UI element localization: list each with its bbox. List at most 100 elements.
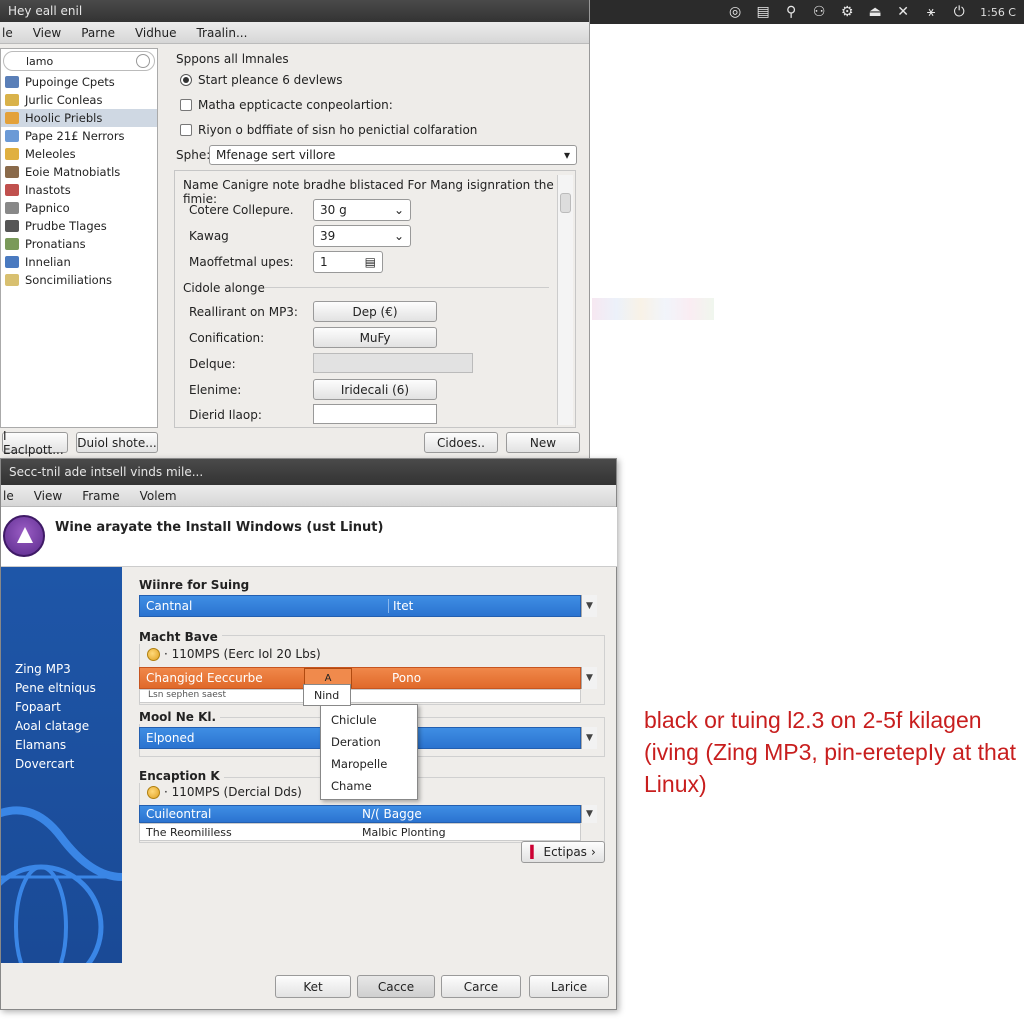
network-icon[interactable]: ⚹ xyxy=(920,3,942,21)
document-icon[interactable]: ▤ xyxy=(752,3,774,21)
sidebar-item-label: Jurlic Conleas xyxy=(25,93,103,107)
search-icon[interactable] xyxy=(136,54,150,68)
option-label: Start pleance 6 devlews xyxy=(198,73,343,87)
group2-subrow[interactable]: Lsn sephen saest xyxy=(139,689,581,703)
pin-icon[interactable]: ⚲ xyxy=(780,3,802,21)
popup-item[interactable]: Deration xyxy=(321,731,417,753)
sidebar-item[interactable]: Prudbe Tlages xyxy=(1,217,157,235)
banner-item[interactable]: Aoal clatage xyxy=(1,716,122,735)
menu-parne[interactable]: Parne xyxy=(79,26,117,40)
sidebar-item[interactable]: Soncimiliations xyxy=(1,271,157,289)
radio-button[interactable] xyxy=(180,74,192,86)
popup-first-item[interactable]: Nind xyxy=(303,684,351,706)
drive-icon[interactable]: ⏏ xyxy=(864,3,886,21)
sidebar-search[interactable]: lamo xyxy=(3,51,155,71)
window-titlebar[interactable]: Hey eall enil xyxy=(0,0,589,22)
menu-vidhue[interactable]: Vidhue xyxy=(133,26,179,40)
group4-bar[interactable]: Cuileontral N/( Bagge xyxy=(139,805,581,823)
checkbox[interactable] xyxy=(180,99,192,111)
checkbox[interactable] xyxy=(180,124,192,136)
collepure-combo[interactable]: 30 g ⌄ xyxy=(313,199,411,221)
sphe-combo[interactable]: Mfenage sert villore ▾ xyxy=(209,145,577,165)
clock[interactable]: 1:56 C xyxy=(980,6,1016,19)
group4-row[interactable]: The Reomililess Malbic Plonting xyxy=(139,823,581,841)
spinner-icon[interactable]: ▤ xyxy=(365,255,376,269)
sidebar-item[interactable]: Jurlic Conleas xyxy=(1,91,157,109)
ectipas-button[interactable]: ▍ Ectipas › xyxy=(521,841,605,863)
user-icon[interactable]: ⚇ xyxy=(808,3,830,21)
sidebar-item-label: Hoolic Priebls xyxy=(25,111,103,125)
scrollbar[interactable] xyxy=(557,175,573,425)
row-label-conification: Conification: xyxy=(189,331,265,345)
dual-shot-button[interactable]: Duiol shote... xyxy=(76,432,158,453)
banner-item[interactable]: Fopaart xyxy=(1,697,122,716)
carce-button[interactable]: Carce xyxy=(441,975,521,998)
group4-info: · 110MPS (Dercial Dds) xyxy=(147,785,302,799)
sidebar-item[interactable]: Papnico xyxy=(1,199,157,217)
banner-item[interactable]: Dovercart xyxy=(1,754,122,773)
sidebar-item[interactable]: Eoie Matnobiatls xyxy=(1,163,157,181)
power-icon[interactable]: ⏻ xyxy=(948,3,970,21)
chevron-down-icon[interactable]: ▼ xyxy=(581,667,597,689)
sidebar-item[interactable]: Innelian xyxy=(1,253,157,271)
ket-button[interactable]: Ket xyxy=(275,975,351,998)
option-start-devices[interactable]: Start pleance 6 devlews xyxy=(180,73,343,87)
banner-item[interactable]: Pene eltniqus xyxy=(1,678,122,697)
sidebar-item[interactable]: Pupoinge Cpets xyxy=(1,73,157,91)
option-application[interactable]: Matha eppticacte conpeolartion: xyxy=(180,98,393,112)
sidebar-item[interactable]: Meleoles xyxy=(1,145,157,163)
menu-volem[interactable]: Volem xyxy=(138,489,179,503)
mufy-button[interactable]: MuFy xyxy=(313,327,437,348)
kawag-combo[interactable]: 39 ⌄ xyxy=(313,225,411,247)
menu-traalin[interactable]: Traalin... xyxy=(194,26,249,40)
settings-icon[interactable]: ⚙ xyxy=(836,3,858,21)
menu-file[interactable]: le xyxy=(1,489,16,503)
cancel-button[interactable]: Cacce xyxy=(357,975,435,998)
chrome-icon[interactable]: ◎ xyxy=(724,3,746,21)
overlay-caption: black or tuing l2.3 on 2-5f kilagen (ivi… xyxy=(644,707,1016,797)
sidebar-item-label: Innelian xyxy=(25,255,71,269)
chevron-down-icon[interactable]: ▼ xyxy=(581,727,597,749)
sidebar-item[interactable]: Pronatians xyxy=(1,235,157,253)
close-x-icon[interactable]: ✕ xyxy=(892,3,914,21)
dep-button[interactable]: Dep (€) xyxy=(313,301,437,322)
sidebar-item[interactable]: Inastots xyxy=(1,181,157,199)
popup-item[interactable]: Chiclule xyxy=(321,709,417,731)
cidoes-button[interactable]: Cidoes.. xyxy=(424,432,498,453)
option-label: Matha eppticacte conpeolartion: xyxy=(198,98,393,112)
option-configuration[interactable]: Riyon o bdffiate of sisn ho penictial co… xyxy=(180,123,477,137)
new-button[interactable]: New xyxy=(506,432,580,453)
larice-button[interactable]: Larice xyxy=(529,975,609,998)
sidebar-item[interactable]: Pape 21£ Nerrors xyxy=(1,127,157,145)
dierid-field[interactable] xyxy=(313,404,437,424)
settings-group: Name Canigre note bradhe blistaced For M… xyxy=(174,170,576,428)
group1-bar[interactable]: Cantnal Itet xyxy=(139,595,581,617)
group2-bar[interactable]: Changigd Eeccurbe Pono xyxy=(139,667,581,689)
menu-frame[interactable]: Frame xyxy=(80,489,121,503)
banner-item[interactable]: Zing MP3 xyxy=(1,659,122,678)
folder-icon xyxy=(5,148,19,160)
chevron-down-icon[interactable]: ▼ xyxy=(581,595,597,617)
group2-dropdown[interactable]: Changigd Eeccurbe Pono ▼ xyxy=(139,667,597,689)
scrollbar-thumb[interactable] xyxy=(560,193,571,213)
spin-field[interactable]: 1 ▤ xyxy=(313,251,383,273)
popup-item[interactable]: Chame xyxy=(321,775,417,797)
window-titlebar[interactable]: Secc-tnil ade intsell vinds mile... xyxy=(1,459,616,485)
group1-value: Cantnal xyxy=(146,599,193,613)
banner-item[interactable]: Elamans xyxy=(1,735,122,754)
folder-icon xyxy=(5,130,19,142)
combo-value: 30 g xyxy=(320,203,347,217)
sidebar-item[interactable]: Hoolic Priebls xyxy=(1,109,157,127)
popup-item[interactable]: Maropelle xyxy=(321,753,417,775)
export-button[interactable]: I Eaclpott... xyxy=(2,429,68,457)
group1-dropdown[interactable]: Cantnal Itet ▼ xyxy=(139,595,597,617)
group4-row-selected[interactable]: Cuileontral N/( Bagge ▼ xyxy=(139,805,597,823)
menu-view[interactable]: View xyxy=(31,26,63,40)
menu-file[interactable]: le xyxy=(0,26,15,40)
sphe-value: Mfenage sert villore xyxy=(216,148,336,162)
menu-view[interactable]: View xyxy=(32,489,64,503)
iridecali-button[interactable]: Iridecali (6) xyxy=(313,379,437,400)
group2-info-text: · 110MPS (Eerc Iol 20 Lbs) xyxy=(164,647,321,661)
delque-field[interactable] xyxy=(313,353,473,373)
chevron-down-icon[interactable]: ▼ xyxy=(581,805,597,823)
